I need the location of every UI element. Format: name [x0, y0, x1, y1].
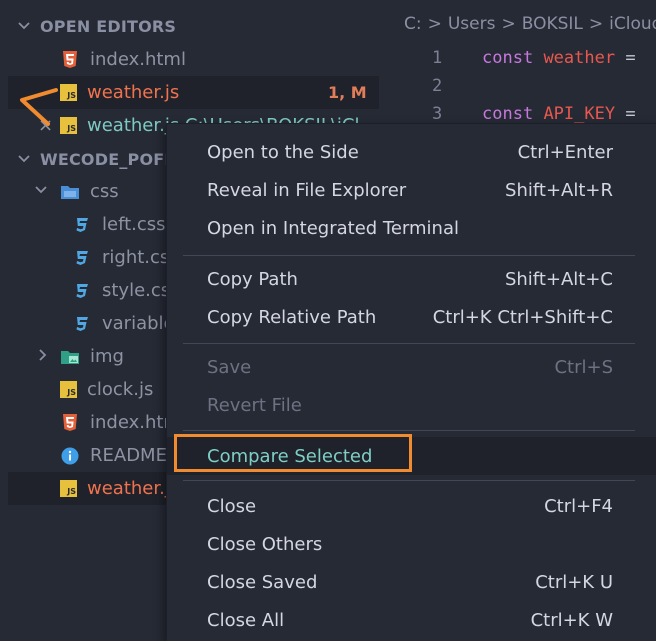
problems-modified-badge: 1, M	[328, 83, 367, 102]
menu-item-label: Revert File	[207, 394, 302, 416]
code-identifier: weather	[543, 48, 616, 68]
code-identifier: API_KEY	[543, 104, 616, 124]
folder-icon	[60, 182, 80, 202]
js-icon: JS	[60, 117, 77, 134]
breadcrumb-segment[interactable]: iCloud	[609, 14, 656, 34]
js-icon: JS	[60, 381, 77, 398]
breadcrumb-separator: >	[427, 14, 442, 34]
menu-item-label: Copy Path	[207, 268, 298, 290]
open-editor-label: weather.js	[87, 82, 180, 103]
tree-label: css	[90, 181, 119, 202]
menu-item-label: Close All	[207, 609, 285, 631]
code-line[interactable]: 1 const weather =	[392, 44, 636, 72]
menu-item-label: Copy Relative Path	[207, 306, 377, 328]
css3-icon	[72, 314, 92, 334]
menu-item-close-saved[interactable]: Close Saved Ctrl+K U	[167, 563, 656, 601]
line-number: 1	[432, 48, 443, 68]
menu-item-shortcut: Ctrl+K Ctrl+Shift+C	[432, 306, 613, 328]
menu-item-shortcut: Ctrl+S	[554, 356, 613, 378]
breadcrumb-segment[interactable]: BOKSIL	[522, 14, 583, 34]
menu-item-copy-relative-path[interactable]: Copy Relative Path Ctrl+K Ctrl+Shift+C	[167, 298, 656, 336]
annotation-arrow-icon	[20, 88, 58, 126]
chevron-right-icon	[36, 346, 50, 367]
menu-separator	[183, 430, 635, 431]
menu-item-reveal-in-explorer[interactable]: Reveal in File Explorer Shift+Alt+R	[167, 171, 656, 209]
menu-item-label: Save	[207, 356, 252, 378]
menu-item-shortcut: Shift+Alt+R	[505, 179, 613, 201]
menu-item-revert-file: Revert File	[167, 386, 656, 424]
menu-separator	[183, 343, 635, 344]
line-number: 2	[432, 76, 443, 96]
code-operator: =	[625, 104, 636, 124]
code-operator: =	[625, 48, 636, 68]
js-icon: JS	[60, 84, 77, 101]
tree-label: clock.js	[87, 379, 154, 400]
menu-item-open-to-side[interactable]: Open to the Side Ctrl+Enter	[167, 133, 656, 171]
code-keyword: const	[482, 48, 534, 68]
open-editor-item-active[interactable]: JS weather.js 1, M	[8, 76, 379, 109]
menu-item-label: Close	[207, 495, 257, 517]
breadcrumb[interactable]: C:>Users>BOKSIL>iCloud	[404, 14, 656, 34]
image-folder-icon	[60, 347, 80, 367]
context-menu: Open to the Side Ctrl+Enter Reveal in Fi…	[166, 123, 656, 641]
menu-item-close-all[interactable]: Close All Ctrl+K W	[167, 601, 656, 639]
menu-item-save: Save Ctrl+S	[167, 348, 656, 386]
chevron-down-icon	[16, 18, 32, 34]
menu-item-copy-path[interactable]: Copy Path Shift+Alt+C	[167, 260, 656, 298]
css3-icon	[72, 281, 92, 301]
menu-item-label: Close Others	[207, 533, 323, 555]
breadcrumb-separator: >	[501, 14, 516, 34]
menu-item-close-others[interactable]: Close Others	[167, 525, 656, 563]
html5-icon	[60, 50, 80, 70]
menu-item-label: Open to the Side	[207, 141, 359, 163]
open-editor-item[interactable]: index.html	[8, 43, 379, 76]
annotation-highlight-box	[174, 434, 412, 472]
tree-label: left.css	[102, 214, 166, 235]
menu-item-shortcut: Ctrl+Enter	[517, 141, 613, 163]
line-number: 3	[432, 104, 443, 124]
open-editors-title: OPEN EDITORS	[40, 16, 177, 36]
open-editors-header[interactable]: OPEN EDITORS	[0, 12, 392, 40]
chevron-down-icon	[16, 151, 32, 167]
css3-icon	[72, 248, 92, 268]
tree-label: img	[90, 346, 124, 367]
chevron-down-icon	[34, 181, 48, 202]
breadcrumb-separator: >	[588, 14, 604, 34]
menu-item-open-terminal[interactable]: Open in Integrated Terminal	[167, 209, 656, 247]
menu-item-label: Open in Integrated Terminal	[207, 217, 459, 239]
menu-item-shortcut: Ctrl+K U	[535, 571, 613, 593]
info-icon	[60, 446, 80, 466]
menu-separator	[183, 255, 635, 256]
menu-separator	[183, 480, 635, 481]
menu-item-label: Reveal in File Explorer	[207, 179, 407, 201]
menu-item-label: Close Saved	[207, 571, 318, 593]
menu-item-close[interactable]: Close Ctrl+F4	[167, 487, 656, 525]
code-keyword: const	[482, 104, 534, 124]
menu-item-shortcut: Shift+Alt+C	[504, 268, 613, 290]
code-line[interactable]: 2	[392, 72, 482, 100]
open-editor-label: index.html	[90, 49, 186, 70]
menu-item-shortcut: Ctrl+F4	[544, 495, 613, 517]
html5-icon	[60, 413, 80, 433]
js-icon: JS	[60, 480, 77, 497]
breadcrumb-segment[interactable]: C:	[404, 14, 422, 34]
breadcrumb-segment[interactable]: Users	[448, 14, 496, 34]
menu-item-shortcut: Ctrl+K W	[530, 609, 613, 631]
css3-icon	[72, 215, 92, 235]
